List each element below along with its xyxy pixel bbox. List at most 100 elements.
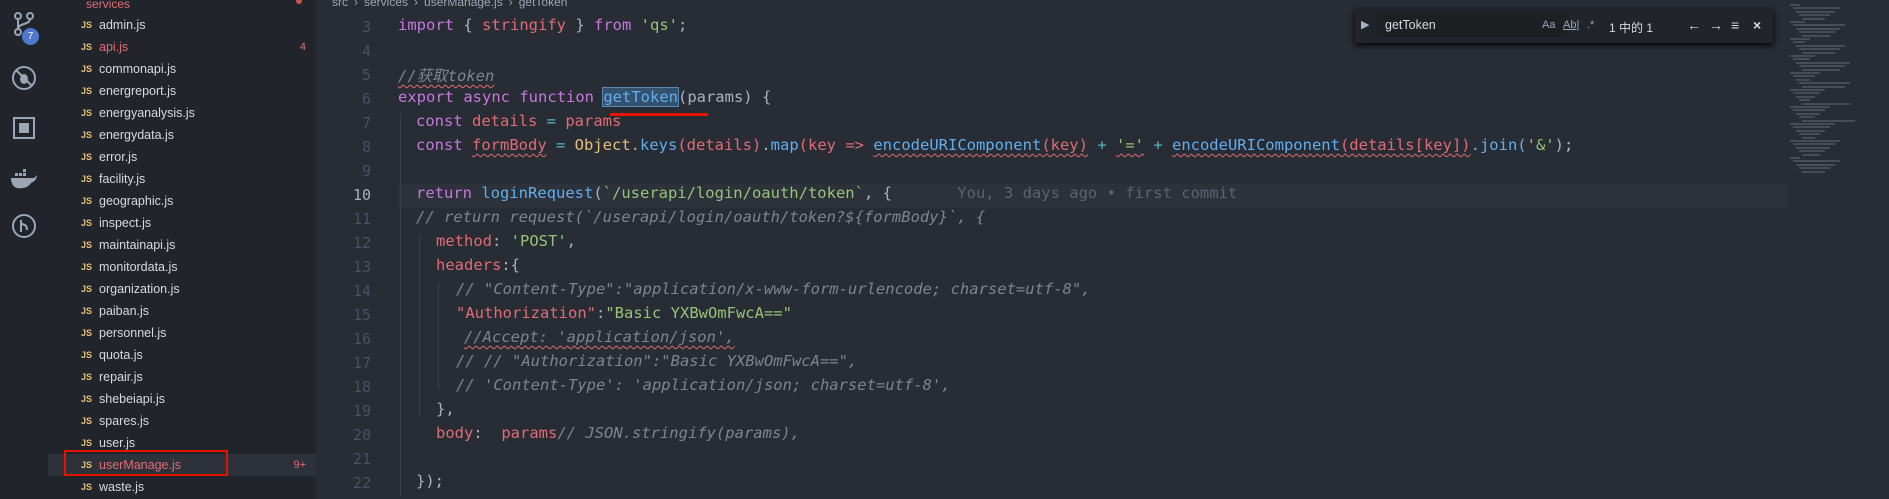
previous-match-icon[interactable]: ←	[1687, 17, 1701, 33]
tok: =	[537, 112, 566, 130]
debug-icon[interactable]	[10, 64, 38, 92]
file-item[interactable]: JS inspect.js	[48, 212, 316, 234]
minimap-line	[1796, 129, 1825, 132]
file-name: facility.js	[99, 172, 146, 186]
close-icon[interactable]: ×	[1753, 17, 1761, 33]
minimap[interactable]	[1788, 0, 1889, 499]
file-name: api.js	[99, 40, 129, 54]
tok: (details)	[677, 136, 762, 154]
file-item[interactable]: JS repair.js	[48, 366, 316, 388]
file-item[interactable]: JS geographic.js	[48, 190, 316, 212]
file-item[interactable]: JS spares.js	[48, 410, 316, 432]
tok: map	[770, 136, 799, 154]
gitlens-icon[interactable]	[10, 212, 38, 240]
tok: (details[key])	[1339, 136, 1471, 154]
tok: details	[472, 112, 538, 130]
file-item[interactable]: JS api.js 4	[48, 36, 316, 58]
tok: async	[454, 88, 510, 106]
breadcrumb-root[interactable]: src	[332, 0, 348, 9]
tok: 'POST'	[510, 232, 567, 250]
file-item[interactable]: JS paiban.js	[48, 300, 316, 322]
file-item[interactable]: JS energyanalysis.js	[48, 102, 316, 124]
minimap-line	[1796, 163, 1835, 166]
js-file-icon: JS	[81, 64, 93, 74]
tok: import	[398, 16, 454, 34]
git-blame-annotation: You, 3 days ago • first commit	[892, 184, 1237, 202]
file-name: quota.js	[99, 348, 143, 362]
minimap-line	[1802, 85, 1845, 88]
file-item[interactable]: JS waste.js	[48, 476, 316, 498]
file-name: repair.js	[99, 370, 143, 384]
docker-icon[interactable]	[10, 165, 38, 193]
file-item[interactable]: JS error.js	[48, 146, 316, 168]
breadcrumb-file[interactable]: userManage.js	[424, 0, 503, 9]
code-line-12[interactable]: method: 'POST',	[436, 232, 576, 250]
find-in-selection-icon[interactable]: ≡	[1731, 17, 1739, 33]
file-item[interactable]: JS personnel.js	[48, 322, 316, 344]
tok: }	[566, 16, 594, 34]
file-item[interactable]: JS admin.js	[48, 14, 316, 36]
minimap-line	[1799, 31, 1835, 34]
red-underline	[610, 113, 708, 116]
line-number: 19	[352, 402, 371, 420]
code-line-13[interactable]: headers:{	[436, 256, 520, 274]
file-item[interactable]: JS maintainapi.js	[48, 234, 316, 256]
minimap-line	[1802, 68, 1840, 71]
line-number: 22	[352, 474, 371, 492]
file-name: commonapi.js	[99, 62, 177, 76]
next-match-icon[interactable]: →	[1709, 17, 1723, 33]
js-file-icon: JS	[81, 394, 93, 404]
file-item[interactable]: JS shebeiapi.js	[48, 388, 316, 410]
file-name: energreport.js	[99, 84, 177, 98]
file-item[interactable]: JS monitordata.js	[48, 256, 316, 278]
code-line-7[interactable]: const details = params	[416, 112, 621, 130]
match-case-icon[interactable]: Aa	[1542, 19, 1555, 31]
code-line-8[interactable]: const formBody = Object.keys(details).ma…	[416, 136, 1573, 154]
file-item[interactable]: JS commonapi.js	[48, 58, 316, 80]
toggle-replace-chevron-icon[interactable]: ▶	[1361, 18, 1369, 31]
js-file-icon: JS	[81, 372, 93, 382]
code-line-10[interactable]: return loginRequest(`/userapi/login/oaut…	[416, 184, 1237, 202]
folder-services[interactable]: services	[86, 0, 130, 11]
code-line-5[interactable]: //获取token	[398, 64, 494, 86]
match-count: 1 中的 1	[1609, 21, 1654, 35]
find-input[interactable]: getToken	[1377, 13, 1567, 37]
file-item[interactable]: JS quota.js	[48, 344, 316, 366]
file-item[interactable]: JS energreport.js	[48, 80, 316, 102]
breadcrumb: src › services › userManage.js › getToken	[332, 0, 573, 9]
code-line-6[interactable]: export async function getToken(params) {	[398, 87, 771, 107]
code-line-15[interactable]: "Authorization":"Basic YXBwOmFwcA=="	[456, 304, 792, 322]
minimap-line	[1790, 89, 1825, 91]
minimap-line	[1802, 170, 1825, 173]
code-line-17[interactable]: // // "Authorization":"Basic YXBwOmFwcA=…	[456, 352, 857, 370]
code-line-22[interactable]: });	[416, 472, 444, 490]
tok: encodeURIComponent	[873, 136, 1042, 154]
file-item[interactable]: JS organization.js	[48, 278, 316, 300]
code-line-19[interactable]: },	[436, 400, 455, 418]
blame-text: You, 3 days ago • first commit	[957, 184, 1238, 202]
problem-count-badge: 4	[299, 41, 306, 53]
regex-icon[interactable]: .*	[1587, 19, 1594, 31]
tok: '='	[1115, 136, 1144, 154]
code-line-16[interactable]: //Accept: 'application/json',	[464, 328, 735, 346]
code-line-11[interactable]: // return request(`/userapi/login/oauth/…	[416, 208, 985, 226]
minimap-line	[1799, 99, 1810, 102]
indent-guide	[400, 114, 401, 496]
line-number: 5	[361, 66, 371, 84]
file-name: shebeiapi.js	[99, 392, 166, 406]
tok: =	[546, 136, 575, 154]
minimap-line	[1799, 150, 1825, 153]
breadcrumb-folder[interactable]: services	[364, 0, 408, 9]
code-line-18[interactable]: // 'Content-Type': 'application/json; ch…	[456, 376, 951, 394]
breadcrumb-symbol[interactable]: getToken	[519, 0, 568, 9]
line-number: 13	[352, 258, 371, 276]
code-line-14[interactable]: // "Content-Type":"application/x-www-for…	[456, 280, 1091, 298]
tok: ;	[678, 16, 688, 34]
code-line-3[interactable]: import { stringify } from 'qs';	[398, 16, 687, 34]
file-item[interactable]: JS facility.js	[48, 168, 316, 190]
js-file-icon: JS	[81, 130, 93, 140]
file-item[interactable]: JS energydata.js	[48, 124, 316, 146]
whole-word-icon[interactable]: Ab|	[1563, 19, 1579, 31]
code-line-20[interactable]: body: params// JSON.stringify(params),	[436, 424, 800, 442]
extensions-icon[interactable]	[10, 114, 38, 142]
